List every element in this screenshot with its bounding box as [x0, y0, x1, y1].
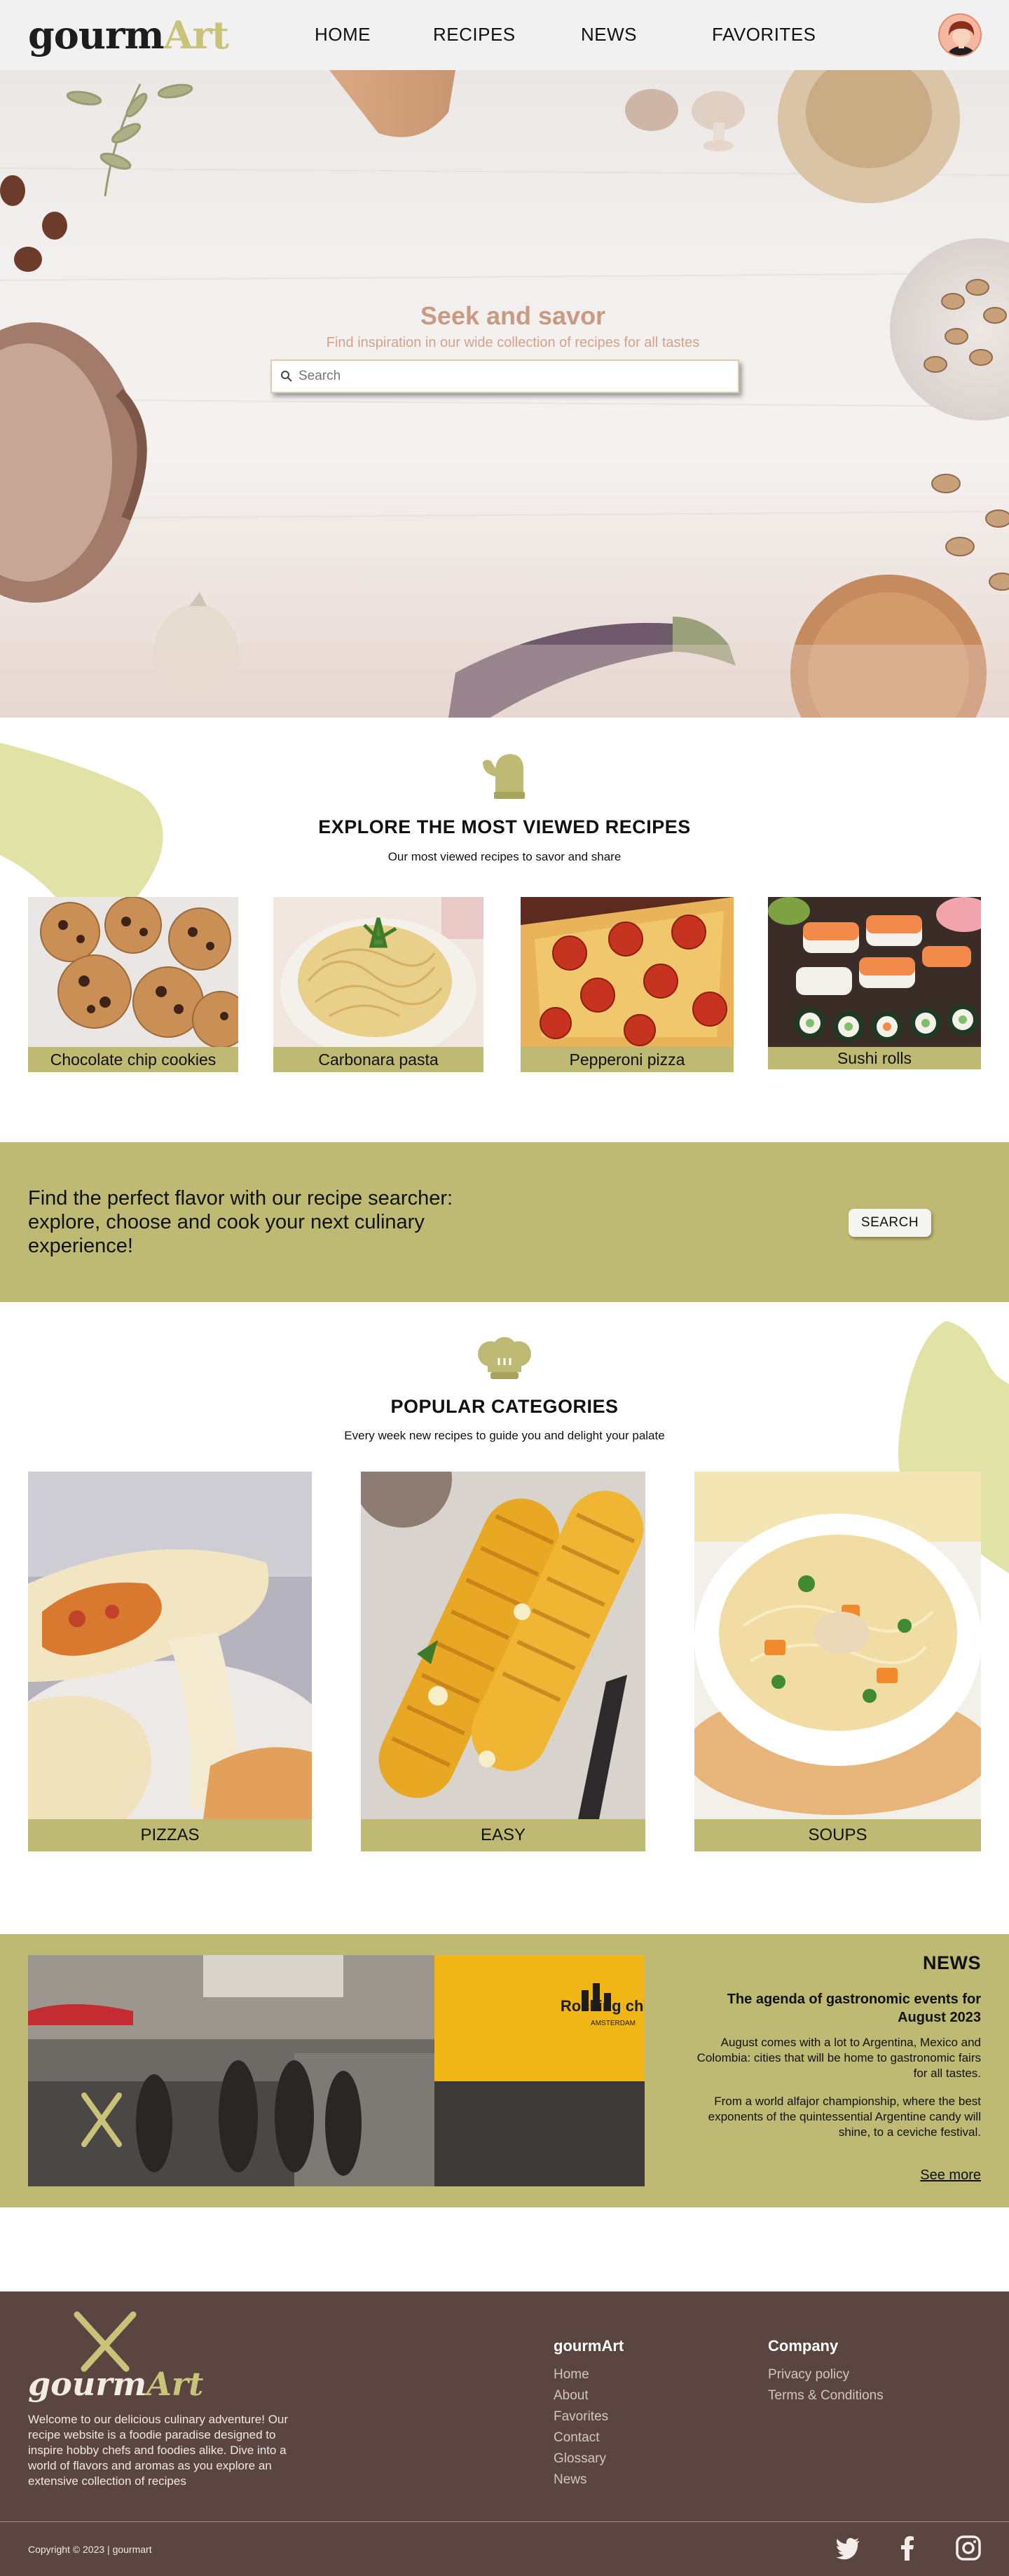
footer-about-text: Welcome to our delicious culinary advent… — [28, 2413, 289, 2488]
site-header: gourmArt HOME RECIPES NEWS FAVORITES — [0, 0, 1009, 70]
search-button[interactable]: SEARCH — [849, 1209, 931, 1237]
recipe-card-sushi[interactable]: Sushi rolls — [768, 897, 981, 1072]
cookies-image — [28, 897, 238, 1047]
recipe-name: Pepperoni pizza — [521, 1047, 734, 1072]
footer-link-contact[interactable]: Contact — [554, 2430, 599, 2446]
chef-hat-icon — [478, 1337, 531, 1379]
category-name: SOUPS — [694, 1819, 981, 1851]
news-article-title: The agenda of gastronomic events for Aug… — [727, 1992, 981, 2025]
recipe-card-pizza[interactable]: Pepperoni pizza — [521, 897, 734, 1072]
categories-subtitle: Every week new recipes to guide you and … — [344, 1429, 665, 1442]
footer-link-favorites[interactable]: Favorites — [554, 2409, 608, 2425]
recipe-image-carbonara — [273, 897, 483, 1047]
twitter-icon[interactable] — [834, 2534, 862, 2562]
recipe-name: Carbonara pasta — [273, 1047, 483, 1072]
recipe-card-carbonara[interactable]: Carbonara pasta — [273, 897, 483, 1072]
news-paragraph-1: August comes with a lot to Argentina, Me… — [696, 2036, 981, 2080]
pizza-image — [521, 897, 734, 1047]
hero-section: Seek and savor Find inspiration in our w… — [0, 70, 1009, 718]
category-image-pizzas — [28, 1472, 312, 1819]
recipe-name: Chocolate chip cookies — [28, 1047, 238, 1072]
footer-logo-part1: gourm — [28, 2365, 147, 2403]
news-section: Rocking chips AMSTERDAM NEWS The agenda … — [0, 1934, 1009, 2207]
instagram-icon[interactable] — [954, 2534, 982, 2562]
nav-news[interactable]: NEWS — [581, 24, 637, 46]
nav-favorites[interactable]: FAVORITES — [712, 24, 816, 46]
easy-corn-image — [361, 1472, 645, 1819]
footer-logo[interactable]: gourmArt — [28, 2365, 203, 2403]
see-more-link[interactable]: See more — [920, 2167, 981, 2184]
category-card-pizzas[interactable]: PIZZAS — [28, 1472, 312, 1851]
user-avatar[interactable] — [938, 13, 982, 57]
news-image-sign-text: Rocking chips — [561, 1997, 645, 2015]
news-heading: NEWS — [923, 1952, 981, 1973]
pizzas-image — [28, 1472, 312, 1819]
categories-title: POPULAR CATEGORIES — [390, 1396, 619, 1417]
avatar-icon — [940, 15, 980, 55]
recipe-name: Sushi rolls — [768, 1047, 981, 1069]
sushi-image — [768, 897, 981, 1047]
soups-image — [694, 1472, 981, 1819]
footer-link-about[interactable]: About — [554, 2388, 589, 2404]
facebook-icon[interactable] — [893, 2534, 921, 2562]
category-image-easy — [361, 1472, 645, 1819]
footer-divider — [0, 2521, 1009, 2522]
footer-logo-part2: Art — [146, 2365, 204, 2403]
brand-logo[interactable]: gourmArt — [28, 13, 229, 57]
nav-home[interactable]: HOME — [315, 24, 371, 46]
hero-title: Seek and savor — [420, 301, 606, 330]
explore-subtitle: Our most viewed recipes to savor and sha… — [387, 850, 622, 863]
footer-link-privacy[interactable]: Privacy policy — [768, 2367, 849, 2383]
oven-mitt-icon — [483, 754, 525, 799]
category-name: PIZZAS — [28, 1819, 312, 1851]
nav-recipes[interactable]: RECIPES — [433, 24, 516, 46]
category-image-soups — [694, 1472, 981, 1819]
brand-logo-part2: Art — [163, 13, 229, 57]
footer-copyright: Copyright © 2023 | gourmart — [28, 2544, 152, 2555]
recipe-image-pizza — [521, 897, 734, 1047]
news-image[interactable]: Rocking chips AMSTERDAM — [28, 1955, 645, 2186]
explore-title: EXPLORE THE MOST VIEWED RECIPES — [318, 816, 691, 837]
searcher-text: Find the perfect flavor with our recipe … — [28, 1187, 453, 1257]
hero-search-box[interactable] — [270, 359, 739, 393]
footer-link-terms[interactable]: Terms & Conditions — [768, 2388, 884, 2404]
brand-logo-part1: gourm — [28, 13, 165, 57]
hero-background-illustration — [0, 70, 1009, 718]
search-icon — [281, 371, 292, 382]
news-image-sign-subtext: AMSTERDAM — [591, 2020, 636, 2027]
carbonara-image — [273, 897, 483, 1047]
category-card-easy[interactable]: EASY — [361, 1472, 645, 1851]
site-footer: gourmArt Welcome to our delicious culina… — [0, 2291, 1009, 2576]
hero-subtitle: Find inspiration in our wide collection … — [326, 335, 700, 350]
recipe-image-sushi — [768, 897, 981, 1047]
footer-link-home[interactable]: Home — [554, 2367, 589, 2383]
footer-link-news[interactable]: News — [554, 2472, 587, 2488]
street-food-image: Rocking chips AMSTERDAM — [28, 1955, 645, 2186]
recipe-card-cookies[interactable]: Chocolate chip cookies — [28, 897, 238, 1072]
footer-col2-title: Company — [768, 2337, 839, 2355]
footer-link-glossary[interactable]: Glossary — [554, 2451, 606, 2467]
footer-col1-title: gourmArt — [554, 2337, 624, 2355]
category-card-soups[interactable]: SOUPS — [694, 1472, 981, 1851]
news-paragraph-2: From a world alfajor championship, where… — [708, 2095, 981, 2139]
category-name: EASY — [361, 1819, 645, 1851]
recipe-searcher-banner: Find the perfect flavor with our recipe … — [0, 1142, 1009, 1302]
recipe-image-cookies — [28, 897, 238, 1047]
search-input[interactable] — [298, 365, 719, 388]
